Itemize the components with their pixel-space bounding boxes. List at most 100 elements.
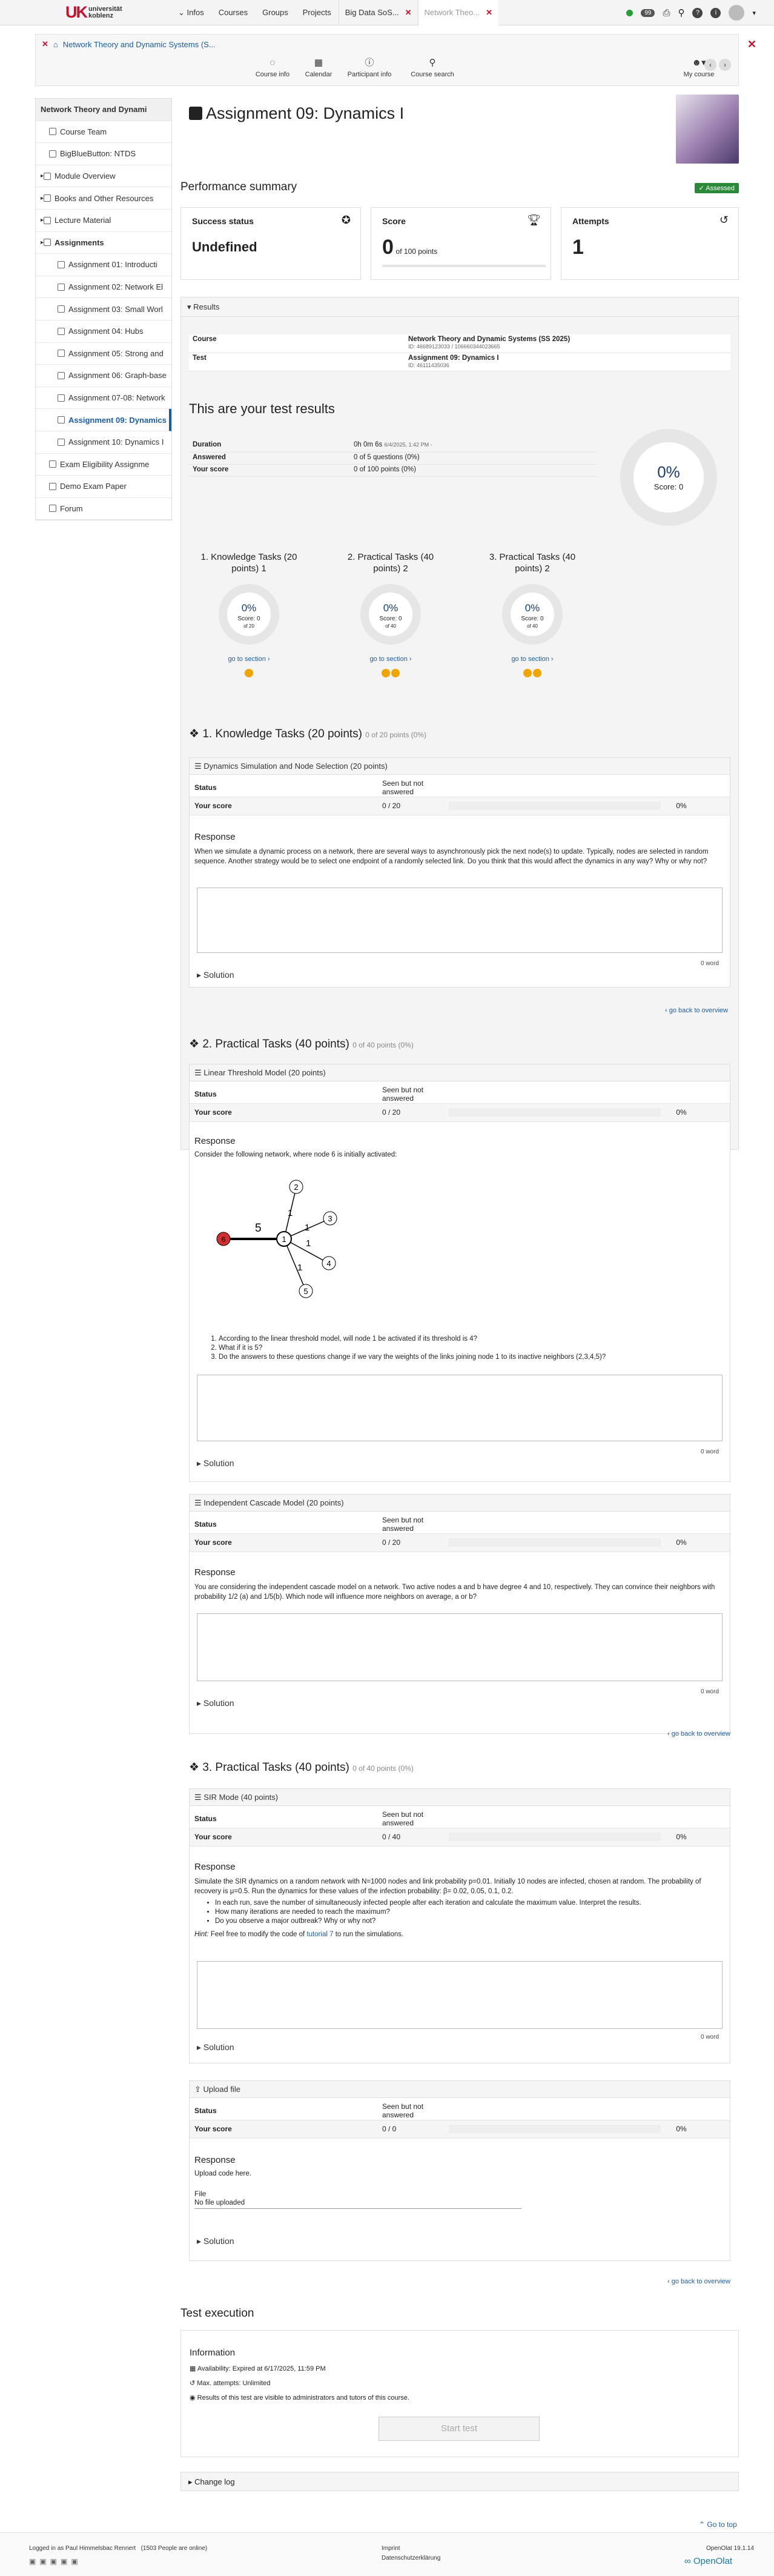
sidebar-item[interactable]: Assignment 07-08: Network <box>36 387 171 410</box>
attempts-card: Attempts ↺ 1 <box>561 207 739 280</box>
response-textarea[interactable] <box>197 1375 723 1441</box>
sidebar-item-label: Assignment 03: Small Worl <box>68 304 163 314</box>
assignment-icon <box>58 327 65 335</box>
sidebar-item[interactable]: ▸ Books and Other Resources <box>36 187 171 210</box>
sidebar-item[interactable]: Assignment 02: Network El <box>36 276 171 299</box>
sidebar-item[interactable]: Demo Exam Paper <box>36 476 171 498</box>
nav-infos[interactable]: ⌄ Infos <box>171 0 211 25</box>
tab-network-theory[interactable]: Network Theo... ✕ <box>417 0 498 25</box>
sidebar-item[interactable]: Assignment 10: Dynamics I <box>36 431 171 454</box>
list-icon: ☰ <box>194 762 204 771</box>
participant-info-button[interactable]: ⓘ Participant info <box>342 56 397 78</box>
sidebar-item[interactable]: Assignment 06: Graph-base <box>36 365 171 387</box>
sidebar-item[interactable]: Assignment 04: Hubs <box>36 320 171 343</box>
sidebar-item-label: Lecture Material <box>55 216 111 225</box>
sidebar-item[interactable]: Assignment 01: Introducti <box>36 254 171 276</box>
course-sidebar: Network Theory and Dynami Course Team BigB… <box>35 98 172 521</box>
back-to-overview-link[interactable]: ‹ go back to overview <box>667 1730 730 1738</box>
nav-projects[interactable]: Projects <box>296 0 339 25</box>
back-to-overview-link[interactable]: ‹ go back to overview <box>665 1007 728 1014</box>
close-icon[interactable]: ✕ <box>486 0 492 25</box>
sidebar-item[interactable]: Course Team <box>36 121 171 144</box>
go-to-section-link[interactable]: go to section › <box>475 656 590 663</box>
university-logo[interactable]: UK universität koblenz <box>65 3 138 22</box>
close-icon[interactable]: ✕ <box>42 39 48 49</box>
go-to-top-link[interactable]: ⌃ Go to top <box>699 2520 737 2529</box>
nav-courses[interactable]: Courses <box>211 0 255 25</box>
start-test-button[interactable]: Start test <box>379 2417 540 2441</box>
chevron-down-icon[interactable]: ▾ <box>752 9 756 17</box>
sidebar-item[interactable]: Assignment 09: Dynamics I <box>36 409 171 431</box>
openolat-logo[interactable]: ∞ OpenOlat <box>684 2556 732 2566</box>
change-log-toggle[interactable]: ▸ Change log <box>180 2472 739 2491</box>
chevron-up-icon: ⌃ <box>699 2520 707 2529</box>
sidebar-item[interactable]: Forum <box>36 498 171 520</box>
page-icon <box>44 172 51 180</box>
page-icon <box>49 150 56 158</box>
sidebar-item[interactable]: Assignment 03: Small Worl <box>36 298 171 320</box>
svg-text:5: 5 <box>303 1287 308 1296</box>
home-icon[interactable]: ⌂ <box>53 40 58 49</box>
sidebar-item-label: Assignment 02: Network El <box>68 282 164 292</box>
course-search-button[interactable]: ⚲ Course search <box>405 56 460 78</box>
go-to-section-link[interactable]: go to section › <box>191 656 306 663</box>
breadcrumb-course[interactable]: Network Theory and Dynamic Systems (S... <box>63 40 216 49</box>
info-icon[interactable]: i <box>710 7 721 18</box>
close-course-icon[interactable]: ✕ <box>747 38 756 51</box>
page-footer: Logged in as Paul Himmelsbac Rennert (15… <box>0 2532 774 2576</box>
question-dot[interactable] <box>245 669 253 677</box>
privacy-link[interactable]: Datenschutzerklärung <box>382 2555 440 2561</box>
response-textarea[interactable] <box>197 888 723 953</box>
print-icon[interactable]: ⎙ <box>663 8 670 18</box>
hint-text: Hint: Feel free to modify the code of tu… <box>194 1931 404 1938</box>
sidebar-item[interactable]: ▸ Assignments <box>36 232 171 254</box>
question-dot[interactable] <box>523 669 532 677</box>
sidebar-item-label: Exam Eligibility Assignme <box>60 459 150 469</box>
previous-button[interactable]: ‹ <box>703 59 718 71</box>
list-icon: ☰ <box>194 1498 204 1507</box>
close-icon[interactable]: ✕ <box>405 0 412 25</box>
imprint-link[interactable]: Imprint <box>382 2545 400 2552</box>
solution-toggle[interactable]: ▸ Solution <box>197 1698 234 1708</box>
svg-text:3: 3 <box>328 1214 332 1223</box>
search-icon[interactable]: ⚲ <box>678 7 684 18</box>
sidebar-item[interactable]: Exam Eligibility Assignme <box>36 454 171 476</box>
sidebar-item[interactable]: ▸ Lecture Material <box>36 210 171 232</box>
course-cover-image <box>676 95 739 164</box>
sidebar-item[interactable]: Assignment 05: Strong and <box>36 343 171 365</box>
edge-label-1-2: 1 <box>288 1208 293 1218</box>
solution-toggle[interactable]: ▸ Solution <box>197 1458 234 1469</box>
calendar-button[interactable]: ▦ Calendar <box>291 56 346 78</box>
user-avatar[interactable] <box>729 5 745 21</box>
help-icon[interactable]: ? <box>692 7 703 18</box>
response-textarea[interactable] <box>197 1961 723 2029</box>
sidebar-item[interactable]: Network Theory and Dynami <box>36 99 171 121</box>
online-status-icon[interactable] <box>626 9 633 16</box>
response-textarea[interactable] <box>197 1613 723 1681</box>
sidebar-item[interactable]: BigBlueButton: NTDS <box>36 143 171 165</box>
social-icons[interactable]: ▣▣▣▣▣ <box>29 2557 82 2566</box>
results-panel: ▾ Results <box>180 297 739 1150</box>
go-to-section-link[interactable]: go to section › <box>333 656 448 663</box>
tab-big-data[interactable]: Big Data SoS... ✕ <box>338 0 418 25</box>
edit-icon <box>189 107 202 120</box>
back-to-overview-link[interactable]: ‹ go back to overview <box>667 2278 730 2285</box>
assignment-icon <box>58 350 65 357</box>
tutorial-link[interactable]: tutorial 7 <box>306 1931 333 1938</box>
next-button[interactable]: › <box>718 59 732 71</box>
results-toggle[interactable]: ▾ Results <box>181 297 738 317</box>
sidebar-item[interactable]: ▸ Module Overview <box>36 165 171 188</box>
nav-groups[interactable]: Groups <box>255 0 296 25</box>
notification-count-badge[interactable]: 99 <box>641 8 655 17</box>
caret-down-icon: ▾ <box>187 302 194 311</box>
sidebar-item-label: Assignment 10: Dynamics I <box>68 437 164 447</box>
question-dot[interactable] <box>382 669 390 677</box>
question-dot[interactable] <box>391 669 400 677</box>
question-dot[interactable] <box>533 669 541 677</box>
caret-right-icon: ▸ <box>197 1698 203 1708</box>
solution-toggle[interactable]: ▸ Solution <box>197 2236 234 2246</box>
chevron-left-icon: ‹ <box>704 59 716 71</box>
solution-toggle[interactable]: ▸ Solution <box>197 970 234 980</box>
solution-toggle[interactable]: ▸ Solution <box>197 2042 234 2053</box>
openolat-mark-icon: ∞ <box>684 2556 693 2566</box>
